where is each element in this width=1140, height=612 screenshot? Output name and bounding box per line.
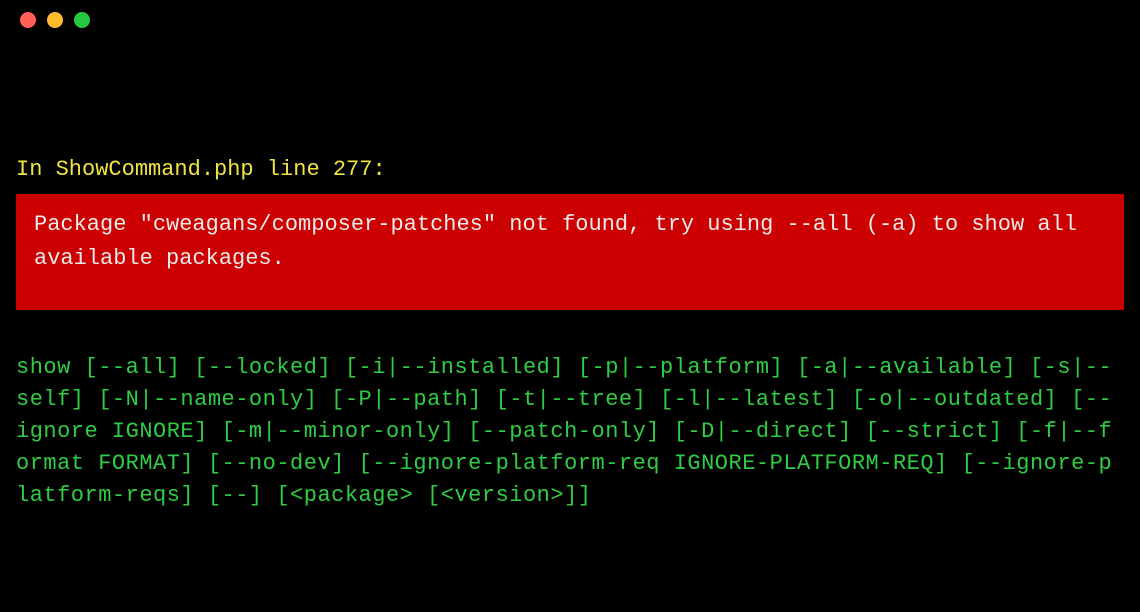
error-context-line: In ShowCommand.php line 277: <box>16 155 1124 186</box>
command-usage-text: show [--all] [--locked] [-i|--installed]… <box>16 352 1124 511</box>
close-icon[interactable] <box>20 12 36 28</box>
error-message-block: Package "cweagans/composer-patches" not … <box>16 194 1124 310</box>
minimize-icon[interactable] <box>47 12 63 28</box>
terminal-output: In ShowCommand.php line 277: Package "cw… <box>0 40 1140 511</box>
zoom-icon[interactable] <box>74 12 90 28</box>
window-titlebar <box>0 0 1140 40</box>
blank-space <box>16 40 1124 155</box>
error-message-text: Package "cweagans/composer-patches" not … <box>34 212 1077 271</box>
